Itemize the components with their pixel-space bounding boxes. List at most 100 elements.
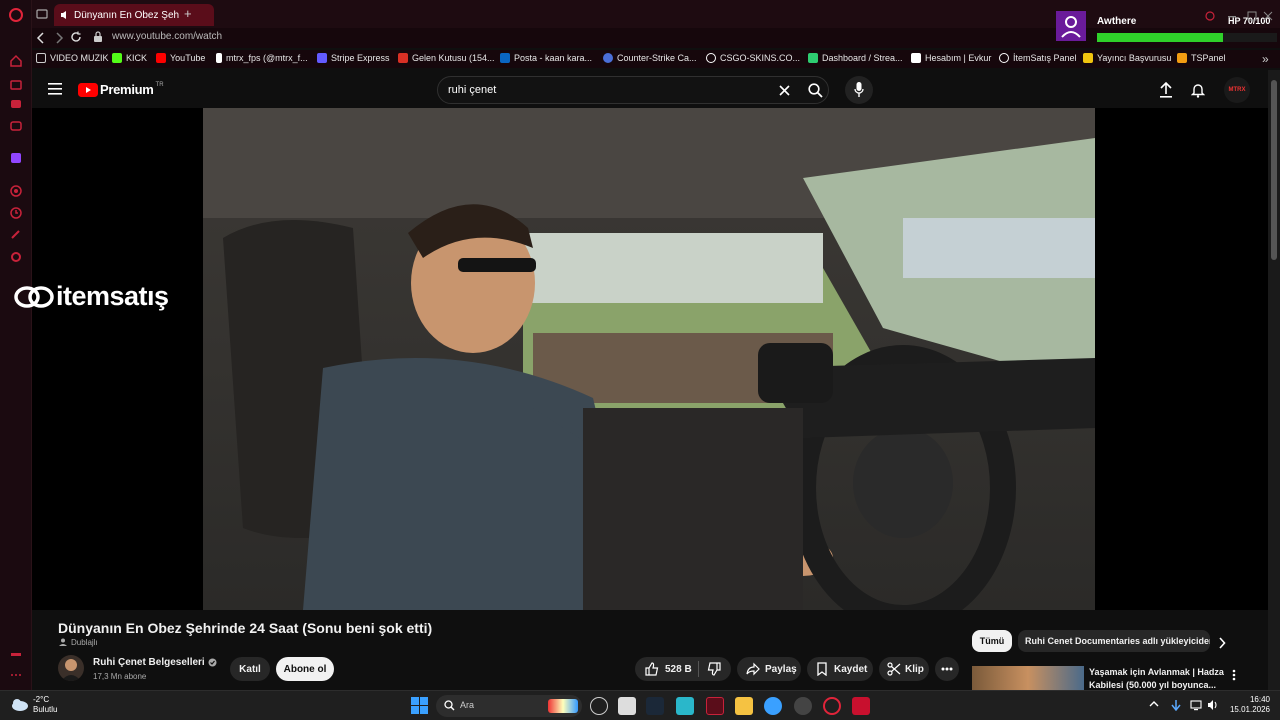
weather-widget[interactable]: -2°C Bulutlu bbox=[33, 695, 57, 715]
next-video-thumbnail[interactable] bbox=[972, 666, 1084, 690]
dub-icon bbox=[59, 638, 67, 646]
filter-chip-all[interactable]: Tümü bbox=[972, 630, 1012, 652]
clock[interactable]: 16:40 15.01.2026 bbox=[1228, 695, 1270, 715]
more-actions-button[interactable] bbox=[935, 657, 959, 681]
youtube-premium-logo[interactable]: Premium TR bbox=[78, 82, 164, 97]
opera-logo-icon[interactable] bbox=[9, 8, 23, 22]
clear-search-icon[interactable] bbox=[779, 85, 790, 96]
file-explorer-icon[interactable] bbox=[735, 697, 753, 715]
bookmark-item[interactable]: CSGO-SKINS.CO... bbox=[706, 53, 800, 63]
evkur-icon bbox=[911, 53, 921, 63]
subscribe-button[interactable]: Abone ol bbox=[276, 657, 334, 681]
player-icon[interactable] bbox=[9, 184, 23, 198]
task-view-icon[interactable] bbox=[618, 697, 636, 715]
windows-start-icon[interactable] bbox=[411, 697, 428, 714]
channel-name-row[interactable]: Ruhi Çenet Belgeselleri bbox=[93, 657, 217, 668]
copilot-icon[interactable] bbox=[590, 697, 608, 715]
account-avatar[interactable]: MTRX bbox=[1224, 77, 1250, 103]
gmail-icon bbox=[398, 53, 408, 63]
like-icon[interactable] bbox=[645, 662, 659, 676]
youtube-header: Premium TR ruhi çenet MTRX bbox=[32, 70, 1278, 110]
folder-icon bbox=[36, 53, 46, 63]
url-field[interactable]: www.youtube.com/watch bbox=[112, 31, 222, 42]
tray-app-icon[interactable] bbox=[1171, 699, 1181, 711]
chevron-right-icon[interactable] bbox=[1218, 637, 1226, 649]
new-tab-button[interactable]: + bbox=[184, 6, 192, 21]
weather-icon[interactable] bbox=[10, 696, 30, 712]
search-icon[interactable] bbox=[808, 83, 823, 98]
upload-icon[interactable] bbox=[1159, 82, 1173, 98]
edge-icon[interactable] bbox=[764, 697, 782, 715]
next-video-title[interactable]: Yaşamak için Avlanmak | Hadza Kabilesi (… bbox=[1089, 666, 1229, 692]
bag-icon[interactable] bbox=[9, 77, 23, 91]
bookmark-item[interactable]: Counter-Strike Ca... bbox=[603, 53, 697, 63]
back-icon[interactable] bbox=[36, 32, 46, 44]
streamer-icon bbox=[1083, 53, 1093, 63]
share-button[interactable]: Paylaş bbox=[737, 657, 801, 681]
voice-search-button[interactable] bbox=[845, 76, 873, 104]
more-icon[interactable] bbox=[9, 648, 23, 662]
tab-menu-icon[interactable] bbox=[36, 8, 48, 20]
taskbar-search-placeholder: Ara bbox=[460, 700, 475, 710]
twitch-icon[interactable] bbox=[9, 151, 23, 165]
valorant-icon[interactable] bbox=[706, 697, 724, 715]
join-button[interactable]: Katıl bbox=[230, 657, 270, 681]
bookmark-item[interactable]: VIDEO MUZIK bbox=[36, 53, 109, 63]
bookmark-item[interactable]: Gelen Kutusu (154... bbox=[398, 53, 495, 63]
scissors-icon bbox=[887, 662, 901, 676]
speaker-icon[interactable] bbox=[60, 10, 70, 20]
vivaldi-icon[interactable] bbox=[852, 697, 870, 715]
settings-icon[interactable] bbox=[9, 250, 23, 264]
sidebar-menu-icon[interactable] bbox=[9, 668, 23, 682]
bookmark-item[interactable]: mtrx_fps (@mtrx_f... bbox=[216, 53, 308, 63]
bookmark-item[interactable]: KICK bbox=[112, 53, 147, 63]
page-scrollbar[interactable] bbox=[1268, 70, 1280, 690]
bookmark-item[interactable]: Posta - kaan kara... bbox=[500, 53, 592, 63]
filter-chip-channel[interactable]: Ruhi Cenet Documentaries adlı yükleyicid… bbox=[1018, 630, 1210, 652]
clip-button[interactable]: Klip bbox=[879, 657, 929, 681]
hamburger-menu-icon[interactable] bbox=[48, 83, 62, 95]
lock-icon[interactable] bbox=[93, 31, 103, 43]
channel-name[interactable]: Ruhi Çenet Belgeselleri bbox=[93, 657, 205, 668]
bookmark-item[interactable]: Yayıncı Başvurusu bbox=[1083, 53, 1171, 63]
scrollbar-thumb[interactable] bbox=[1271, 80, 1277, 260]
csgo-icon bbox=[706, 53, 716, 63]
opera-gx-taskbar-icon[interactable] bbox=[823, 697, 841, 715]
messenger-icon[interactable] bbox=[9, 98, 23, 112]
next-video-menu-icon[interactable] bbox=[1232, 669, 1236, 681]
forward-icon[interactable] bbox=[54, 32, 64, 44]
video-scene bbox=[203, 108, 1095, 610]
dislike-icon[interactable] bbox=[707, 662, 721, 676]
stripe-icon bbox=[317, 53, 327, 63]
youtube-side-icon[interactable] bbox=[9, 119, 23, 133]
network-icon[interactable] bbox=[1190, 699, 1202, 711]
taskbar-search[interactable]: Ara bbox=[436, 695, 582, 717]
steam-taskbar-icon[interactable] bbox=[646, 697, 664, 715]
bookmark-item[interactable]: TSPanel bbox=[1177, 53, 1226, 63]
reload-icon[interactable] bbox=[70, 31, 82, 43]
like-count[interactable]: 528 B bbox=[665, 664, 692, 675]
notifications-bell-icon[interactable] bbox=[1191, 82, 1205, 98]
discord-icon[interactable] bbox=[794, 697, 812, 715]
steam-icon bbox=[603, 53, 613, 63]
bookmark-item[interactable]: YouTube bbox=[156, 53, 205, 63]
bookmark-icon bbox=[816, 662, 828, 676]
overlay-username: Awthere bbox=[1097, 16, 1137, 27]
history-icon[interactable] bbox=[9, 206, 23, 220]
bookmark-item[interactable]: Dashboard / Strea... bbox=[808, 53, 903, 63]
save-button[interactable]: Kaydet bbox=[807, 657, 873, 681]
channel-avatar[interactable] bbox=[58, 655, 84, 681]
bookmark-item[interactable]: Hesabım | Evkur bbox=[911, 53, 991, 63]
bookmarks-overflow-icon[interactable]: » bbox=[1262, 52, 1269, 66]
video-frame[interactable] bbox=[203, 108, 1095, 610]
extensions-icon[interactable] bbox=[9, 228, 23, 242]
home-icon[interactable] bbox=[9, 54, 23, 68]
bookmark-item[interactable]: İtemSatış Panel bbox=[999, 53, 1077, 63]
app-icon[interactable] bbox=[676, 697, 694, 715]
volume-icon[interactable] bbox=[1207, 699, 1219, 711]
subscriber-count: 17,3 Mn abone bbox=[93, 672, 147, 681]
tray-overflow-icon[interactable] bbox=[1149, 700, 1159, 708]
bookmark-item[interactable]: Stripe Express bbox=[317, 53, 390, 63]
search-input[interactable]: ruhi çenet bbox=[448, 84, 496, 96]
video-player[interactable]: itemsatış bbox=[14, 108, 1268, 610]
